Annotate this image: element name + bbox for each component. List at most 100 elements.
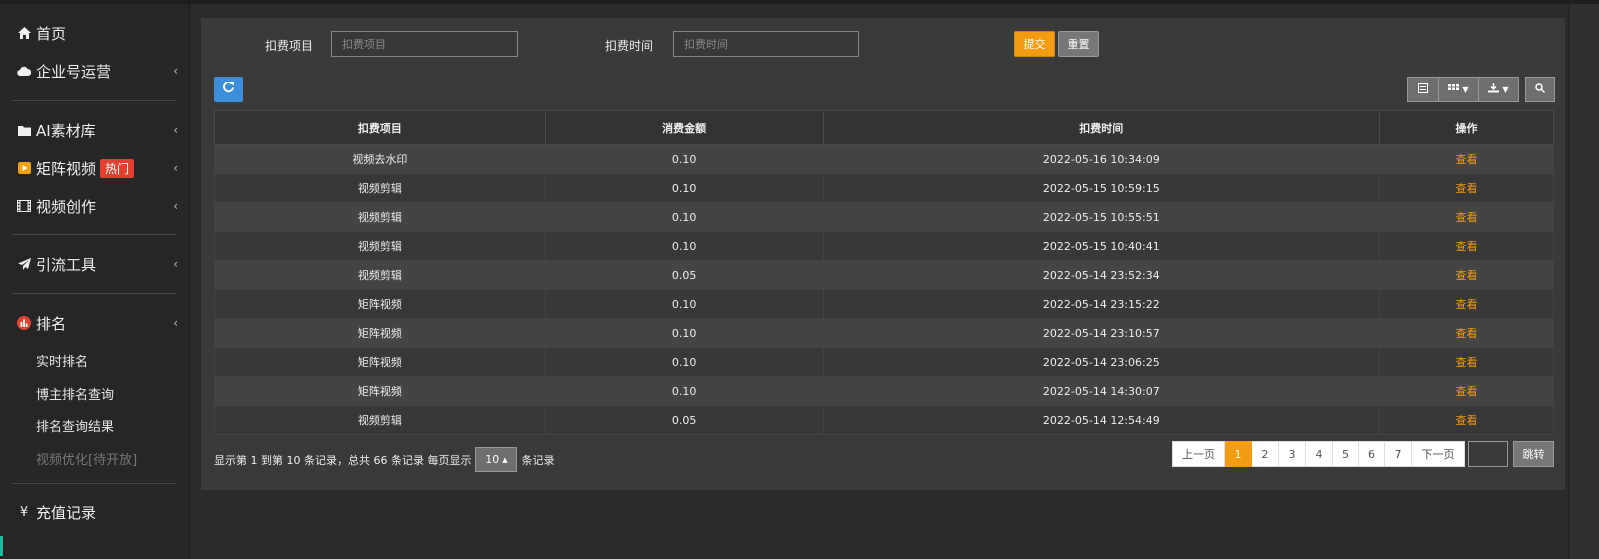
chevron-left-icon: ‹ xyxy=(173,316,178,330)
sidebar-divider xyxy=(12,100,176,101)
submit-button[interactable]: 提交 xyxy=(1014,31,1055,57)
view-link[interactable]: 查看 xyxy=(1379,260,1554,290)
sidebar-item-recharge[interactable]: ¥ 充值记录 xyxy=(0,497,190,527)
page-button[interactable]: 3 xyxy=(1279,441,1306,467)
sidebar-item-enterprise[interactable]: 企业号运营 ‹ xyxy=(0,56,190,86)
sidebar-subitem-realtime-ranking[interactable]: 实时排名 xyxy=(36,351,88,370)
sidebar-item-ranking[interactable]: 排名 ‹ xyxy=(0,308,190,338)
table-row: 矩阵视频 0.10 2022-05-14 14:30:07 查看 xyxy=(214,376,1554,406)
sidebar-subitem-video-optimize: 视频优化[待开放] xyxy=(36,453,138,468)
page-size-select[interactable]: 10 ▲ xyxy=(475,447,518,472)
columns-button[interactable]: ▼ xyxy=(1439,77,1479,102)
refresh-button[interactable] xyxy=(214,77,243,102)
sidebar-item-ai-library[interactable]: AI素材库 ‹ xyxy=(0,115,190,145)
table-row: 视频剪辑 0.10 2022-05-15 10:40:41 查看 xyxy=(214,231,1554,261)
caret-down-icon: ▼ xyxy=(1462,85,1469,94)
view-link[interactable]: 查看 xyxy=(1379,202,1554,232)
sidebar: 首页 企业号运营 ‹ AI素材库 ‹ 矩阵视频 热门 ‹ 视频创作 ‹ 引流工具… xyxy=(0,4,190,559)
table-row: 视频剪辑 0.10 2022-05-15 10:59:15 查看 xyxy=(214,173,1554,203)
export-button[interactable]: ▼ xyxy=(1479,77,1519,102)
table-row: 视频剪辑 0.05 2022-05-14 12:54:49 查看 xyxy=(214,405,1554,435)
scrollbar[interactable] xyxy=(1568,4,1599,559)
hot-badge: 热门 xyxy=(100,158,135,178)
sidebar-item-matrix-video[interactable]: 矩阵视频 热门 ‹ xyxy=(0,153,190,183)
sidebar-divider xyxy=(12,483,176,484)
sidebar-item-label: 首页 xyxy=(36,24,67,43)
cell-time: 2022-05-15 10:55:51 xyxy=(822,202,1381,232)
cell-item: 视频剪辑 xyxy=(214,202,546,232)
cell-time: 2022-05-14 23:06:25 xyxy=(822,347,1381,377)
cell-amount: 0.05 xyxy=(544,405,824,435)
pagination-info-suffix: 条记录 xyxy=(521,453,555,467)
paper-plane-icon xyxy=(16,258,32,270)
view-link[interactable]: 查看 xyxy=(1379,376,1554,406)
jump-button[interactable]: 跳转 xyxy=(1513,441,1554,467)
view-link[interactable]: 查看 xyxy=(1379,405,1554,435)
table-row: 矩阵视频 0.10 2022-05-14 23:06:25 查看 xyxy=(214,347,1554,377)
page-button[interactable]: 1 xyxy=(1225,441,1252,467)
refresh-icon xyxy=(223,81,234,97)
sidebar-subitem-ranking-result[interactable]: 排名查询结果 xyxy=(36,416,114,435)
view-link[interactable]: 查看 xyxy=(1379,289,1554,319)
chevron-left-icon: ‹ xyxy=(173,257,178,271)
cell-time: 2022-05-16 10:34:09 xyxy=(822,144,1381,174)
table-row: 视频去水印 0.10 2022-05-16 10:34:09 查看 xyxy=(214,144,1554,174)
view-link[interactable]: 查看 xyxy=(1379,231,1554,261)
search-icon xyxy=(1535,83,1546,96)
cell-time: 2022-05-15 10:59:15 xyxy=(822,173,1381,203)
cell-time: 2022-05-14 23:10:57 xyxy=(822,318,1381,348)
page-button[interactable]: 7 xyxy=(1385,441,1412,467)
sidebar-item-label: 引流工具 xyxy=(36,255,97,274)
next-page-button[interactable]: 下一页 xyxy=(1412,441,1465,467)
chevron-left-icon: ‹ xyxy=(173,64,178,78)
column-header[interactable]: 消费金额 xyxy=(544,110,824,145)
table-row: 矩阵视频 0.10 2022-05-14 23:15:22 查看 xyxy=(214,289,1554,319)
film-icon xyxy=(16,200,32,212)
cell-item: 矩阵视频 xyxy=(214,376,546,406)
page-button[interactable]: 6 xyxy=(1359,441,1385,467)
yen-icon: ¥ xyxy=(19,504,29,520)
item-filter-label: 扣费项目 xyxy=(265,39,314,53)
table-row: 矩阵视频 0.10 2022-05-14 23:10:57 查看 xyxy=(214,318,1554,348)
item-filter-input[interactable] xyxy=(331,31,518,57)
cell-item: 视频剪辑 xyxy=(214,405,546,435)
cell-amount: 0.10 xyxy=(544,231,824,261)
page-button[interactable]: 5 xyxy=(1333,441,1359,467)
download-icon xyxy=(1488,83,1500,96)
chevron-left-icon: ‹ xyxy=(173,199,178,213)
column-header[interactable]: 扣费时间 xyxy=(822,110,1381,145)
cloud-icon xyxy=(16,66,32,76)
sidebar-item-video-create[interactable]: 视频创作 ‹ xyxy=(0,191,190,221)
view-link[interactable]: 查看 xyxy=(1379,318,1554,348)
page-button[interactable]: 4 xyxy=(1306,441,1333,467)
sidebar-item-home[interactable]: 首页 xyxy=(0,18,190,48)
search-toggle xyxy=(1525,77,1555,102)
sidebar-item-traffic-tools[interactable]: 引流工具 ‹ xyxy=(0,249,190,279)
pagination-info-text: 显示第 1 到第 10 条记录，总共 66 条记录 每页显示 xyxy=(214,453,472,467)
column-header[interactable]: 扣费项目 xyxy=(214,110,546,145)
cell-item: 矩阵视频 xyxy=(214,289,546,319)
main-panel: 扣费项目 扣费时间 提交 重置 ▼ ▼ xyxy=(201,18,1565,490)
top-bar xyxy=(0,0,1599,4)
view-link[interactable]: 查看 xyxy=(1379,347,1554,377)
sidebar-divider xyxy=(12,234,176,235)
records-table: 扣费项目 消费金额 扣费时间 操作 视频去水印 0.10 2022-05-16 10… xyxy=(214,110,1554,435)
jump-page-input[interactable] xyxy=(1468,441,1508,467)
folder-icon xyxy=(16,125,32,136)
view-link[interactable]: 查看 xyxy=(1379,173,1554,203)
cell-item: 视频剪辑 xyxy=(214,173,546,203)
prev-page-button[interactable]: 上一页 xyxy=(1172,441,1225,467)
time-filter-input[interactable] xyxy=(673,31,859,57)
toggle-view-button[interactable] xyxy=(1407,77,1439,102)
page-button[interactable]: 2 xyxy=(1252,441,1279,467)
reset-button[interactable]: 重置 xyxy=(1058,31,1099,57)
home-icon xyxy=(16,27,32,39)
view-link[interactable]: 查看 xyxy=(1379,144,1554,174)
cell-time: 2022-05-15 10:40:41 xyxy=(822,231,1381,261)
search-button[interactable] xyxy=(1525,77,1555,102)
cell-amount: 0.10 xyxy=(544,144,824,174)
sidebar-subitem-blogger-ranking[interactable]: 博主排名查询 xyxy=(36,384,114,403)
cell-time: 2022-05-14 12:54:49 xyxy=(822,405,1381,435)
table-toolbar: ▼ ▼ xyxy=(1407,77,1519,102)
cell-amount: 0.10 xyxy=(544,318,824,348)
